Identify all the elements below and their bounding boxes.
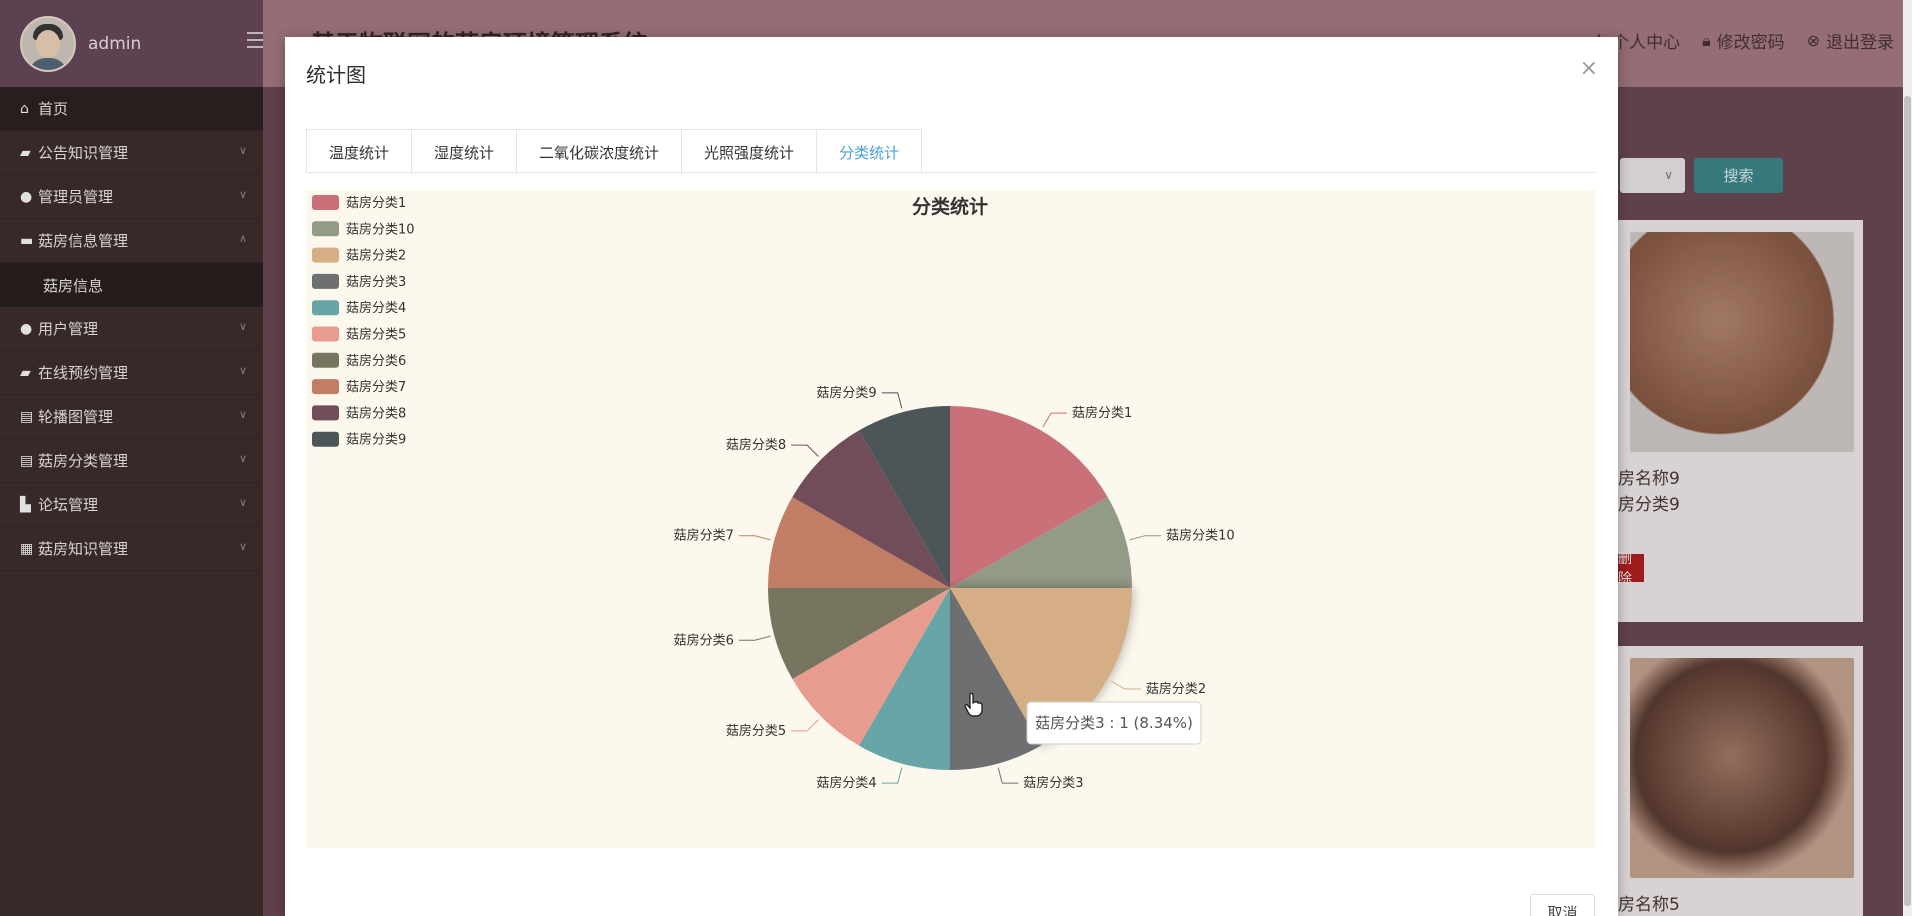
legend-label[interactable]: 菇房分类6 — [346, 353, 406, 369]
label-leader-line — [1042, 412, 1067, 428]
legend-label[interactable]: 菇房分类10 — [346, 221, 415, 237]
label-leader-line — [1110, 680, 1141, 690]
legend-label[interactable]: 菇房分类2 — [346, 248, 406, 264]
cancel-button[interactable]: 取消 — [1530, 894, 1595, 916]
tab-humidity[interactable]: 湿度统计 — [412, 130, 518, 174]
legend-swatch[interactable] — [312, 247, 339, 263]
label-leader-line — [738, 535, 771, 541]
slice-label: 菇房分类10 — [1166, 528, 1235, 544]
slice-label: 菇房分类8 — [726, 437, 786, 453]
pie-chart: 分类统计菇房分类1菇房分类10菇房分类2菇房分类3菇房分类4菇房分类5菇房分类6… — [312, 195, 1235, 791]
label-leader-line — [791, 444, 819, 457]
legend-swatch[interactable] — [312, 431, 339, 447]
slice-label: 菇房分类9 — [816, 385, 876, 401]
close-icon[interactable]: × — [1580, 58, 1598, 80]
legend-swatch[interactable] — [312, 300, 339, 316]
slice-label: 菇房分类5 — [726, 723, 786, 739]
label-leader-line — [881, 767, 903, 784]
legend-swatch[interactable] — [312, 352, 339, 368]
legend-label[interactable]: 菇房分类3 — [346, 274, 406, 290]
slice-label: 菇房分类7 — [674, 528, 734, 544]
legend-swatch[interactable] — [312, 326, 339, 342]
label-leader-line — [1129, 535, 1162, 541]
slice-label: 菇房分类3 — [1023, 775, 1083, 791]
legend-label[interactable]: 菇房分类1 — [346, 195, 406, 211]
legend-label[interactable]: 菇房分类7 — [346, 379, 406, 395]
slice-label: 菇房分类2 — [1146, 681, 1206, 697]
chart-title: 分类统计 — [912, 195, 988, 218]
slice-label: 菇房分类1 — [1072, 405, 1132, 421]
statistics-modal: 统计图 × 温度统计 湿度统计 二氧化碳浓度统计 光照强度统计 分类统计 分类统… — [285, 37, 1618, 916]
legend-swatch[interactable] — [312, 273, 339, 289]
tab-co2[interactable]: 二氧化碳浓度统计 — [517, 130, 683, 174]
legend-swatch[interactable] — [312, 221, 339, 237]
legend-label[interactable]: 菇房分类5 — [346, 327, 406, 343]
legend-label[interactable]: 菇房分类4 — [346, 300, 406, 316]
tab-category[interactable]: 分类统计 — [817, 130, 922, 174]
hand-cursor-icon — [964, 692, 983, 717]
label-leader-line — [791, 719, 819, 732]
legend-label[interactable]: 菇房分类8 — [346, 405, 406, 421]
page-scrollbar[interactable] — [1903, 0, 1912, 916]
tooltip-text: 菇房分类3 : 1 (8.34%) — [1035, 714, 1193, 732]
chart-tooltip: 菇房分类3 : 1 (8.34%) — [1026, 701, 1202, 745]
tab-temperature[interactable]: 温度统计 — [307, 130, 413, 174]
legend-swatch[interactable] — [312, 405, 339, 421]
tab-light[interactable]: 光照强度统计 — [682, 130, 818, 174]
chart-tabs: 温度统计 湿度统计 二氧化碳浓度统计 光照强度统计 分类统计 — [306, 129, 923, 174]
label-leader-line — [738, 635, 771, 641]
modal-title: 统计图 — [306, 63, 366, 87]
label-leader-line — [997, 767, 1019, 784]
legend-swatch[interactable] — [312, 195, 339, 210]
legend-swatch[interactable] — [312, 379, 339, 395]
legend-label[interactable]: 菇房分类9 — [346, 432, 406, 448]
label-leader-line — [881, 392, 903, 409]
chart-area: 分类统计 菇房分类1 菇房分类10 菇房分类2 菇房分类3 菇房分类4 菇房分类5 菇房分类6… — [306, 190, 1595, 848]
slice-label: 菇房分类4 — [816, 775, 876, 791]
slice-label: 菇房分类6 — [674, 632, 734, 648]
